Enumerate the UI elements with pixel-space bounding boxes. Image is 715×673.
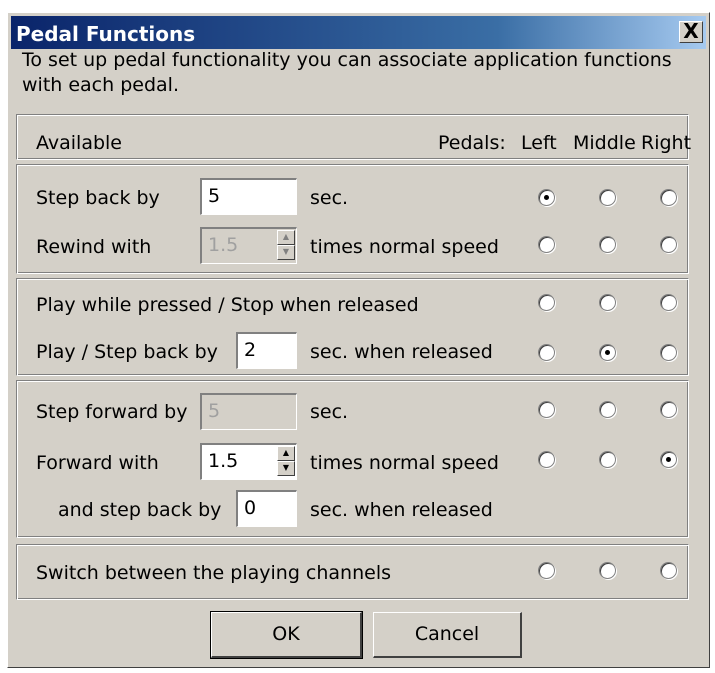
radio-rewind-left[interactable]	[538, 236, 555, 253]
spin-up-icon: ▲	[277, 230, 295, 245]
radio-play-step-right[interactable]	[660, 344, 677, 361]
radio-play-pressed-left[interactable]	[538, 294, 555, 311]
rewind-unit: times normal speed	[310, 236, 499, 258]
spin-down-icon: ▼	[277, 245, 295, 260]
pedals-label: Pedals:	[438, 132, 506, 154]
radio-play-pressed-right[interactable]	[660, 294, 677, 311]
and-step-back-unit: sec. when released	[310, 499, 493, 521]
radio-forward-right[interactable]	[660, 451, 677, 468]
forward-label: Forward with	[36, 452, 159, 474]
play-step-unit: sec. when released	[310, 341, 493, 363]
rewind-spinbox: 1.5 ▲ ▼	[200, 227, 297, 264]
rewind-value: 1.5	[208, 234, 239, 256]
dialog-title: Pedal Functions	[16, 22, 196, 46]
radio-step-forward-right[interactable]	[660, 401, 677, 418]
step-forward-input: 5	[200, 393, 297, 430]
spin-down-icon[interactable]: ▼	[277, 461, 295, 476]
forward-unit: times normal speed	[310, 452, 499, 474]
intro-text: To set up pedal functionality you can as…	[22, 49, 672, 96]
left-label: Left	[521, 132, 557, 154]
forward-spinbox[interactable]: 1.5 ▲ ▼	[200, 443, 297, 480]
radio-step-back-middle[interactable]	[599, 189, 616, 206]
step-back-label: Step back by	[36, 187, 160, 209]
radio-play-step-middle[interactable]	[599, 344, 616, 361]
radio-switch-left[interactable]	[538, 562, 555, 579]
ok-button[interactable]: OK	[210, 611, 363, 659]
radio-step-back-left[interactable]	[538, 189, 555, 206]
step-back-input[interactable]: 5	[200, 178, 297, 215]
switch-label: Switch between the playing channels	[36, 562, 392, 584]
radio-switch-middle[interactable]	[599, 562, 616, 579]
title-bar[interactable]: Pedal Functions X	[11, 16, 706, 49]
middle-label: Middle	[573, 132, 636, 154]
step-back-unit: sec.	[310, 187, 349, 209]
step-forward-label: Step forward by	[36, 401, 188, 423]
forward-value: 1.5	[208, 450, 239, 472]
and-step-back-value: 0	[244, 497, 257, 519]
and-step-back-input[interactable]: 0	[236, 490, 297, 527]
rewind-spinner: ▲ ▼	[277, 230, 295, 262]
radio-forward-middle[interactable]	[599, 451, 616, 468]
and-step-back-label: and step back by	[58, 499, 222, 521]
play-step-value: 2	[244, 339, 257, 361]
radio-switch-right[interactable]	[660, 562, 677, 579]
play-step-label: Play / Step back by	[36, 341, 218, 363]
radio-rewind-right[interactable]	[660, 236, 677, 253]
radio-step-back-right[interactable]	[660, 189, 677, 206]
radio-forward-left[interactable]	[538, 451, 555, 468]
spin-up-icon[interactable]: ▲	[277, 446, 295, 461]
close-button[interactable]: X	[679, 21, 703, 43]
play-step-input[interactable]: 2	[236, 332, 297, 369]
step-forward-unit: sec.	[310, 401, 349, 423]
close-icon: X	[683, 19, 699, 43]
play-pressed-label: Play while pressed / Stop when released	[36, 294, 419, 316]
radio-rewind-middle[interactable]	[599, 236, 616, 253]
radio-play-step-left[interactable]	[538, 344, 555, 361]
step-forward-value: 5	[208, 400, 221, 422]
forward-spinner[interactable]: ▲ ▼	[277, 446, 295, 478]
available-label: Available	[36, 132, 123, 154]
cancel-button[interactable]: Cancel	[373, 612, 522, 658]
radio-step-forward-left[interactable]	[538, 401, 555, 418]
radio-step-forward-middle[interactable]	[599, 401, 616, 418]
right-label: Right	[641, 132, 692, 154]
rewind-label: Rewind with	[36, 236, 152, 258]
radio-play-pressed-middle[interactable]	[599, 294, 616, 311]
step-back-value: 5	[208, 185, 221, 207]
